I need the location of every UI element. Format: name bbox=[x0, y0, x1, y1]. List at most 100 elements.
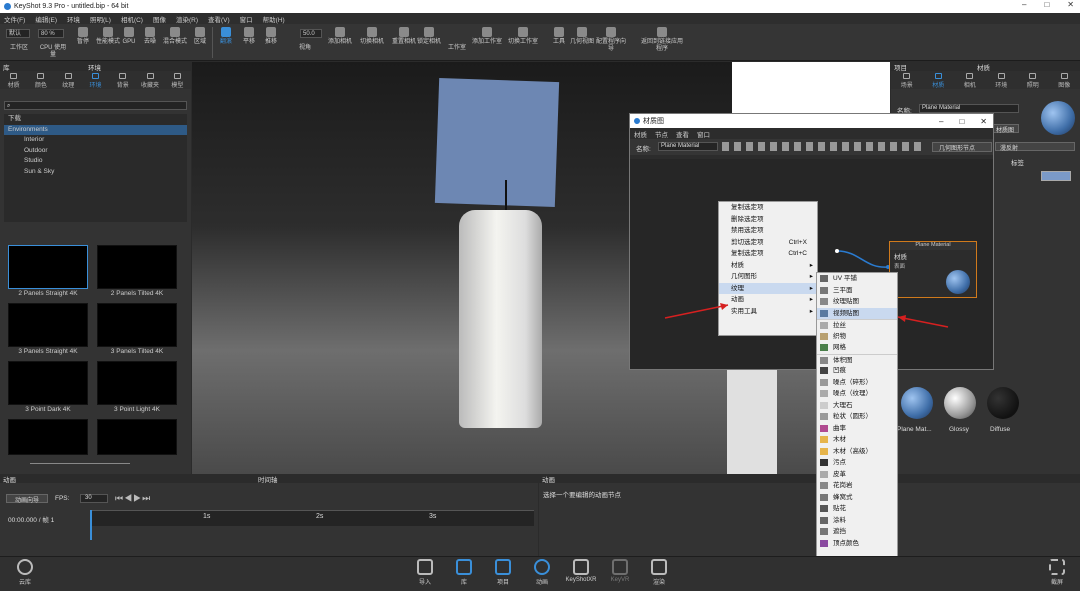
submenu-item[interactable]: 体积图 bbox=[817, 353, 897, 366]
submenu-item[interactable]: 蜂窝式 bbox=[817, 492, 897, 504]
env-thumbnail[interactable] bbox=[97, 245, 177, 289]
thumbnail-size-slider[interactable] bbox=[30, 463, 130, 464]
fps-input[interactable]: 30 bbox=[80, 494, 108, 503]
geometry-view-button[interactable]: 几何视图 bbox=[567, 27, 597, 46]
material-type-select[interactable]: 漫反射 bbox=[995, 142, 1075, 152]
tab-materials[interactable]: 材质 bbox=[0, 71, 27, 89]
maximize-icon[interactable]: □ bbox=[1044, 0, 1049, 9]
env-thumbnail[interactable] bbox=[8, 361, 88, 405]
menu-file[interactable]: 文件(F) bbox=[4, 14, 25, 24]
ctx-disable-selected[interactable]: 禁用选定项 bbox=[719, 225, 817, 237]
geometry-node-button[interactable]: 几何图形节点 bbox=[932, 142, 992, 152]
workspace-button[interactable]: 工作区 bbox=[4, 45, 34, 52]
menu-camera[interactable]: 相机(C) bbox=[121, 14, 143, 24]
submenu-item[interactable]: UV 平铺 bbox=[817, 273, 897, 285]
ctx-geometry[interactable]: 几何图形 ▸ bbox=[719, 271, 817, 283]
tree-item-sun-sky[interactable]: Sun & Sky bbox=[4, 167, 187, 178]
view-angle-button[interactable]: 视角 bbox=[290, 45, 320, 52]
close-icon[interactable]: ✕ bbox=[980, 117, 987, 126]
submenu-item[interactable]: 木材（高级） bbox=[817, 446, 897, 458]
material-name-input[interactable]: Plane Material bbox=[919, 104, 1019, 113]
tree-item-studio[interactable]: Studio bbox=[4, 156, 187, 167]
env-thumbnail[interactable] bbox=[97, 303, 177, 347]
tab-scene[interactable]: 场景 bbox=[891, 71, 923, 89]
env-thumbnail[interactable] bbox=[97, 419, 177, 455]
tab-environment[interactable]: 环境 bbox=[986, 71, 1018, 89]
switch-studio-button[interactable]: 切换工作室 bbox=[508, 27, 538, 46]
mg-menu-material[interactable]: 材质 bbox=[634, 129, 647, 139]
maximize-icon[interactable]: □ bbox=[959, 117, 964, 126]
mg-name-input[interactable]: Plane Material bbox=[658, 142, 718, 151]
cpu-button[interactable]: CPU 使用量 bbox=[38, 45, 68, 59]
mg-menu-node[interactable]: 节点 bbox=[655, 129, 668, 139]
plane-object[interactable] bbox=[434, 77, 560, 208]
submenu-item[interactable]: 花岗岩 bbox=[817, 480, 897, 492]
project-button[interactable]: 项目 bbox=[488, 559, 518, 586]
keyvr-button[interactable]: KeyVR bbox=[605, 559, 635, 583]
mg-toolbar-icons[interactable] bbox=[722, 142, 922, 151]
menu-view[interactable]: 查看(V) bbox=[208, 14, 230, 24]
tab-backplates[interactable]: 背景 bbox=[109, 71, 136, 89]
playback-controls[interactable]: ⏮◀▶⏭ bbox=[115, 493, 151, 504]
submenu-item[interactable]: 噪点（碎形） bbox=[817, 377, 897, 389]
animation-button[interactable]: 动画 bbox=[527, 559, 557, 586]
zoom-input[interactable]: 50.0 bbox=[300, 29, 322, 38]
cpu-select[interactable]: 80 % bbox=[38, 29, 64, 38]
dolly-button[interactable]: 推移 bbox=[256, 27, 286, 46]
render-button[interactable]: 渲染 bbox=[644, 559, 674, 586]
configurator-wizard-button[interactable]: 配置程序向导 bbox=[596, 27, 626, 53]
tab-image[interactable]: 图像 bbox=[1049, 71, 1080, 89]
cloud-library-button[interactable]: 云库 bbox=[10, 559, 40, 586]
submenu-item[interactable]: 贴花 bbox=[817, 503, 897, 515]
add-studio-button[interactable]: 添加工作室 bbox=[472, 27, 502, 46]
diffuse-color-swatch[interactable] bbox=[1041, 171, 1071, 181]
tree-item-environments[interactable]: Environments bbox=[4, 124, 187, 135]
workspace-select[interactable]: 默认 bbox=[6, 29, 30, 38]
tab-material[interactable]: 材质 bbox=[923, 71, 955, 89]
animation-wizard-button[interactable]: 动画向导 bbox=[6, 494, 48, 504]
keyshotxr-button[interactable]: KeyShotXR bbox=[565, 559, 597, 583]
submenu-item[interactable]: 大理石 bbox=[817, 400, 897, 412]
tree-item-outdoor[interactable]: Outdoor bbox=[4, 146, 187, 157]
lock-camera-button[interactable]: 锁定相机 bbox=[414, 27, 444, 46]
mg-menu-view[interactable]: 查看 bbox=[676, 129, 689, 139]
env-thumbnail[interactable] bbox=[97, 361, 177, 405]
material-graph-button[interactable]: 材质图 bbox=[991, 124, 1019, 134]
menu-lighting[interactable]: 照明(L) bbox=[90, 14, 111, 24]
add-camera-button[interactable]: 添加相机 bbox=[325, 27, 355, 46]
tab-environments[interactable]: 环境 bbox=[82, 71, 109, 89]
tab-favorites[interactable]: 收藏夹 bbox=[136, 71, 163, 89]
minimize-icon[interactable]: – bbox=[939, 117, 943, 126]
material-thumbnail[interactable] bbox=[944, 387, 976, 419]
submenu-item[interactable]: 噪点（纹理） bbox=[817, 388, 897, 400]
close-icon[interactable]: ✕ bbox=[1067, 0, 1074, 9]
env-thumbnail[interactable] bbox=[8, 245, 88, 289]
submenu-item[interactable]: 三平面 bbox=[817, 285, 897, 297]
screenshot-button[interactable]: 截屏 bbox=[1042, 559, 1072, 586]
menu-window[interactable]: 窗口 bbox=[240, 14, 253, 24]
playhead[interactable] bbox=[90, 510, 92, 540]
material-thumbnail[interactable] bbox=[901, 387, 933, 419]
mg-menu-window[interactable]: 窗口 bbox=[697, 129, 710, 139]
material-node[interactable]: Plane Material 材质 表面 bbox=[889, 241, 977, 298]
menu-image[interactable]: 图像 bbox=[153, 14, 166, 24]
tab-lighting[interactable]: 照明 bbox=[1017, 71, 1049, 89]
return-to-linked-app-button[interactable]: 返回到链接应用程序 bbox=[640, 27, 684, 53]
env-thumbnail[interactable] bbox=[8, 419, 88, 455]
tab-textures[interactable]: 纹理 bbox=[55, 71, 82, 89]
material-thumbnail[interactable] bbox=[987, 387, 1019, 419]
ctx-delete-selected[interactable]: 删除选定项 bbox=[719, 214, 817, 226]
tab-models[interactable]: 模型 bbox=[164, 71, 191, 89]
submenu-item[interactable]: 皮革 bbox=[817, 469, 897, 481]
submenu-item[interactable]: 凹痕 bbox=[817, 365, 897, 377]
tree-item-downloads[interactable]: 下载 bbox=[4, 114, 187, 125]
submenu-item[interactable]: 顶点颜色 bbox=[817, 538, 897, 550]
ctx-material[interactable]: 材质 ▸ bbox=[719, 260, 817, 272]
menu-edit[interactable]: 编辑(E) bbox=[35, 14, 57, 24]
switch-camera-button[interactable]: 切换相机 bbox=[357, 27, 387, 46]
ctx-copy-selected-2[interactable]: 复制选定项 Ctrl+C bbox=[719, 248, 817, 260]
menu-environment[interactable]: 环境 bbox=[67, 14, 80, 24]
ctx-texture[interactable]: 纹理 ▸ bbox=[719, 282, 817, 294]
ctx-copy-selected[interactable]: 复制选定项 bbox=[719, 202, 817, 214]
env-thumbnail[interactable] bbox=[8, 303, 88, 347]
